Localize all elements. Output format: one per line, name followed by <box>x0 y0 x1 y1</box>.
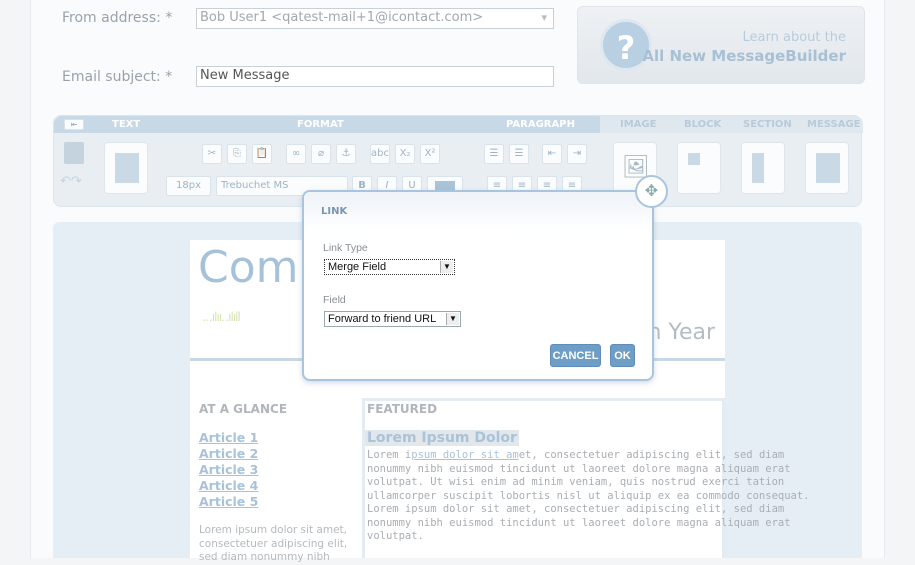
promo-line2: All New MessageBuilder <box>642 47 846 65</box>
article-link[interactable]: Article 5 <box>199 494 258 509</box>
section-section[interactable]: SECTION <box>743 116 792 133</box>
bar-graphic: .‥ılıı‥ılıll <box>202 310 241 324</box>
article-link[interactable]: Article 2 <box>199 446 258 461</box>
section-image[interactable]: IMAGE <box>620 116 656 133</box>
toolbar-header-insert: IMAGE BLOCK SECTION MESSAGE <box>600 116 863 133</box>
field-select[interactable]: Forward to friend URL ▼ <box>324 311 461 327</box>
indent-icon[interactable]: ⇥ <box>567 144 587 164</box>
glance-heading: AT A GLANCE <box>199 402 288 416</box>
featured-link[interactable]: psum dolor sit am <box>411 449 518 461</box>
featured-heading: FEATURED <box>367 402 438 416</box>
strikethrough-icon[interactable]: abc <box>370 144 390 164</box>
from-address-select[interactable]: Bob User1 <qatest-mail+1@icontact.com> <box>196 8 554 29</box>
from-address-label: From address: * <box>62 10 173 26</box>
collapse-toolbar-icon[interactable]: ⇤ <box>64 119 84 130</box>
featured-title[interactable]: Lorem Ipsum Dolor <box>365 430 519 446</box>
ok-button[interactable]: OK <box>610 344 635 367</box>
subscript-button[interactable]: X₂ <box>395 144 415 164</box>
message-button[interactable] <box>805 142 849 194</box>
superscript-button[interactable]: X² <box>420 144 440 164</box>
save-icon[interactable] <box>64 142 84 164</box>
link-type-select[interactable]: Merge Field ▼ <box>324 259 455 275</box>
section-block[interactable]: BLOCK <box>684 116 721 133</box>
chevron-down-icon: ▼ <box>440 261 453 273</box>
field-label: Field <box>323 294 346 306</box>
anchor-icon[interactable]: ⚓ <box>336 144 356 164</box>
section-format: FORMAT <box>297 119 344 130</box>
chevron-down-icon: ▼ <box>446 313 459 325</box>
text-block-button[interactable] <box>104 142 148 194</box>
article-link[interactable]: Article 1 <box>199 430 258 445</box>
article-link[interactable]: Article 4 <box>199 478 258 493</box>
article-link[interactable]: Article 3 <box>199 462 258 477</box>
section-text: TEXT <box>112 119 141 130</box>
unordered-list-icon[interactable]: ☰ <box>509 144 529 164</box>
cancel-button[interactable]: CANCEL <box>550 344 601 367</box>
outdent-icon[interactable]: ⇤ <box>542 144 562 164</box>
section-button[interactable] <box>741 142 785 194</box>
section-paragraph: PARAGRAPH <box>506 119 575 130</box>
email-subject-label: Email subject: * <box>62 69 173 85</box>
paste-icon[interactable]: 📋 <box>252 144 272 164</box>
featured-text[interactable]: Lorem ipsum dolor sit amet, consectetuer… <box>367 449 810 544</box>
promo-line1: Learn about the <box>742 30 846 45</box>
cut-icon[interactable]: ✂ <box>202 144 222 164</box>
copy-icon[interactable]: ⎘ <box>227 144 247 164</box>
messagebuilder-promo[interactable]: ? Learn about the All New MessageBuilder <box>577 6 865 84</box>
ordered-list-icon[interactable]: ☰ <box>484 144 504 164</box>
undo-redo-icon[interactable]: ↶↷ <box>60 174 82 189</box>
glance-text: Lorem ipsum dolor sit amet, consectetuer… <box>199 524 348 563</box>
unlink-icon[interactable]: ⌀ <box>311 144 331 164</box>
font-size-select[interactable]: 18px <box>166 176 211 196</box>
move-handle-icon[interactable]: ✥ <box>635 175 668 208</box>
toolbar-header: ⇤ TEXT FORMAT PARAGRAPH <box>54 116 600 133</box>
link-icon[interactable]: ∞ <box>286 144 306 164</box>
link-dialog: LINK Link Type Merge Field ▼ Field Forwar… <box>302 190 654 381</box>
email-subject-input[interactable]: New Message <box>196 66 554 87</box>
section-message[interactable]: MESSAGE <box>807 116 861 133</box>
link-type-label: Link Type <box>323 242 368 254</box>
dialog-title: LINK <box>321 206 348 217</box>
block-button[interactable] <box>677 142 721 194</box>
